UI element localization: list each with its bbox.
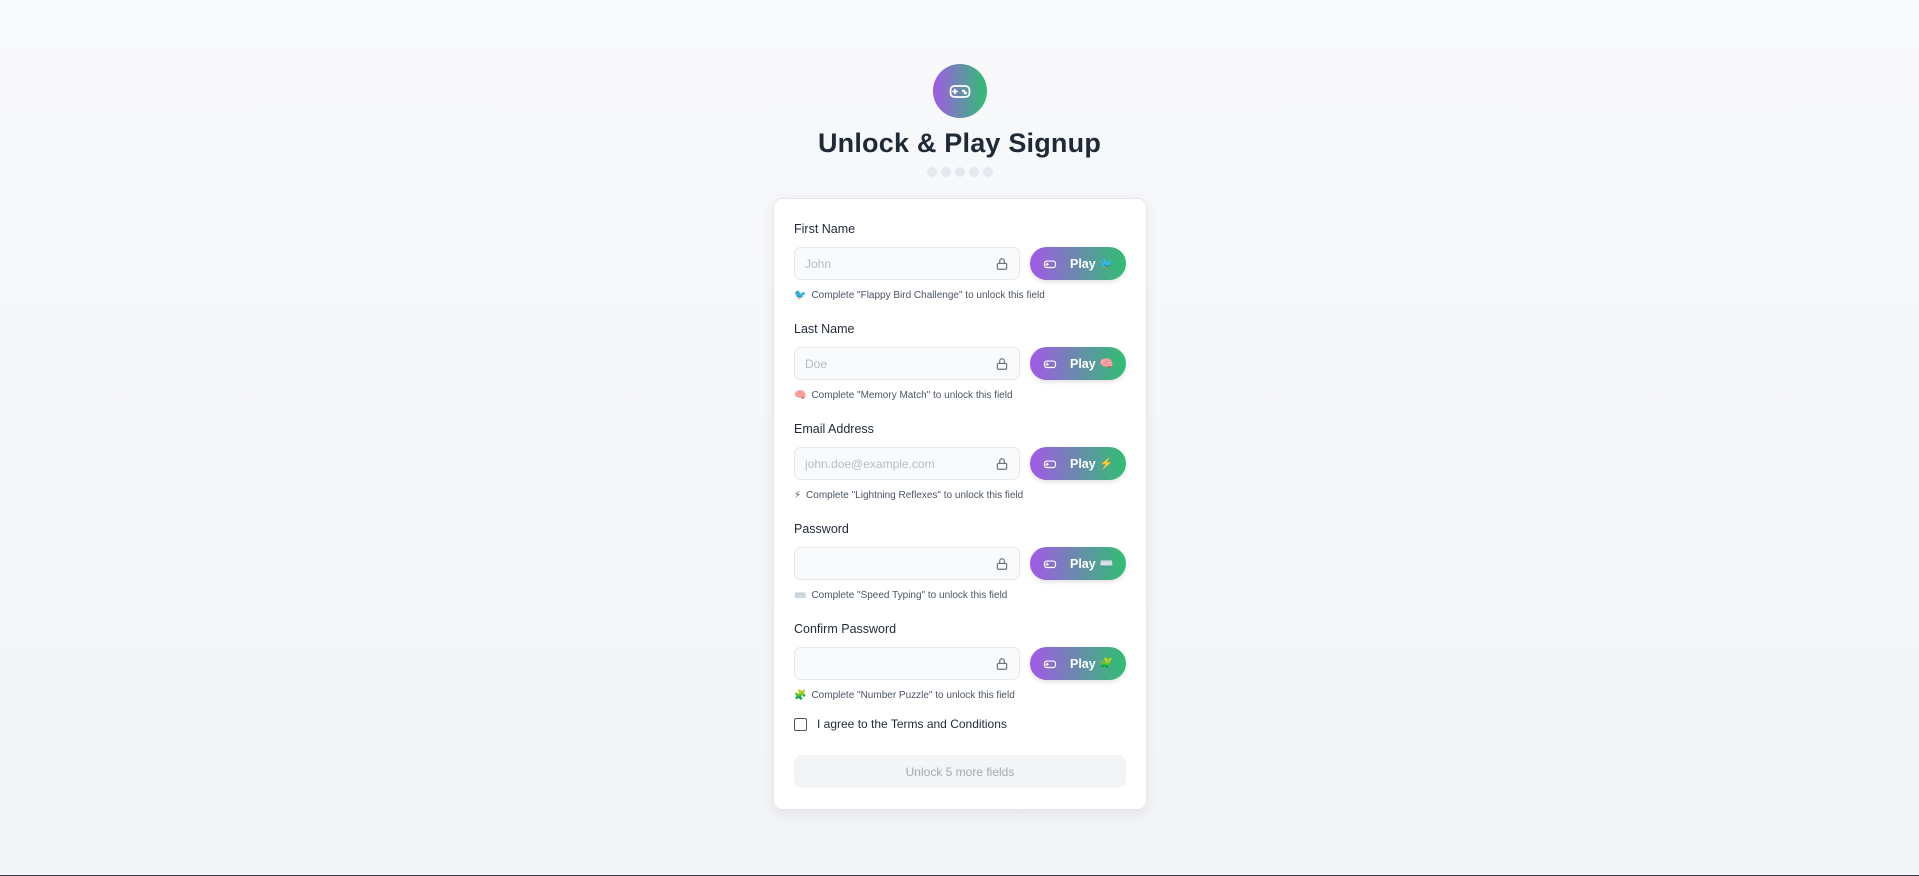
lock-icon (996, 558, 1008, 570)
lock-icon (996, 458, 1008, 470)
signup-card: First Name Play 🐦 🐦 Complete "Flappy Bir… (773, 198, 1147, 810)
submit-button[interactable]: Unlock 5 more fields (794, 755, 1126, 788)
last-name-input[interactable] (795, 348, 985, 379)
password-input[interactable] (795, 548, 985, 579)
terms-row: I agree to the Terms and Conditions (794, 715, 1126, 733)
progress-dot (926, 167, 937, 177)
confirm-password-input[interactable] (795, 648, 985, 679)
puzzle-icon: 🧩 (794, 689, 807, 701)
field-email: Email Address Play ⚡ ⚡ Complete "Lightni… (794, 421, 1126, 503)
terms-checkbox[interactable] (794, 717, 807, 731)
play-label: Play (1070, 256, 1096, 271)
play-button-first-name[interactable]: Play 🐦 (1030, 247, 1126, 280)
progress-dots (926, 167, 993, 177)
first-name-input[interactable] (795, 248, 985, 279)
bird-icon: 🐦 (1099, 258, 1114, 270)
email-input[interactable] (795, 448, 985, 479)
terms-label[interactable]: I agree to the Terms and Conditions (817, 717, 1007, 731)
first-name-input-wrapper (794, 247, 1020, 280)
hint-text: Complete "Memory Match" to unlock this f… (811, 389, 1013, 401)
play-label: Play (1070, 456, 1096, 471)
progress-dot (982, 167, 993, 177)
unlock-hint: ⚡ Complete "Lightning Reflexes" to unloc… (794, 488, 1126, 502)
lightning-icon: ⚡ (794, 489, 802, 501)
play-button-last-name[interactable]: Play 🧠 (1030, 347, 1126, 380)
field-password: Password Play ⌨️ ⌨️ Complete "Speed Typi… (794, 521, 1126, 603)
field-first-name: First Name Play 🐦 🐦 Complete "Flappy Bir… (794, 221, 1126, 303)
keyboard-icon: ⌨️ (794, 589, 807, 601)
play-button-email[interactable]: Play ⚡ (1030, 447, 1126, 480)
unlock-hint: 🧩 Complete "Number Puzzle" to unlock thi… (794, 688, 1126, 702)
field-label: Confirm Password (794, 622, 897, 636)
gamepad-icon (1043, 660, 1057, 668)
hint-text: Complete "Speed Typing" to unlock this f… (811, 589, 1008, 601)
puzzle-icon: 🧩 (1099, 658, 1114, 670)
last-name-input-wrapper (794, 347, 1020, 380)
field-last-name: Last Name Play 🧠 🧠 Complete "Memory Matc… (794, 321, 1126, 403)
lock-icon (996, 358, 1008, 370)
email-input-wrapper (794, 447, 1020, 480)
lock-icon (996, 258, 1008, 270)
page-title: Unlock & Play Signup (817, 128, 1102, 158)
bird-icon: 🐦 (794, 289, 807, 301)
confirm-password-input-wrapper (794, 647, 1020, 680)
unlock-hint: ⌨️ Complete "Speed Typing" to unlock thi… (794, 588, 1126, 602)
unlock-hint: 🐦 Complete "Flappy Bird Challenge" to un… (794, 288, 1126, 302)
gamepad-icon (1043, 360, 1057, 368)
gamepad-icon (1043, 260, 1057, 268)
play-button-password[interactable]: Play ⌨️ (1030, 547, 1126, 580)
lightning-icon: ⚡ (1099, 458, 1114, 470)
field-label: Email Address (794, 422, 874, 436)
progress-dot (954, 167, 965, 177)
play-label: Play (1070, 556, 1096, 571)
field-confirm-password: Confirm Password Play 🧩 🧩 Complete "Numb… (794, 621, 1126, 703)
lock-icon (996, 658, 1008, 670)
unlock-hint: 🧠 Complete "Memory Match" to unlock this… (794, 388, 1126, 402)
progress-dot (940, 167, 951, 177)
brain-icon: 🧠 (1099, 358, 1114, 370)
hint-text: Complete "Number Puzzle" to unlock this … (811, 689, 1015, 701)
hint-text: Complete "Lightning Reflexes" to unlock … (806, 489, 1024, 501)
field-label: Last Name (794, 322, 855, 336)
play-label: Play (1070, 356, 1096, 371)
header: Unlock & Play Signup (0, 64, 1919, 177)
play-label: Play (1070, 656, 1096, 671)
progress-dot (968, 167, 979, 177)
field-label: First Name (794, 222, 856, 236)
keyboard-icon: ⌨️ (1099, 558, 1114, 570)
play-button-confirm-password[interactable]: Play 🧩 (1030, 647, 1126, 680)
password-input-wrapper (794, 547, 1020, 580)
hint-text: Complete "Flappy Bird Challenge" to unlo… (811, 289, 1045, 301)
logo (932, 64, 987, 118)
brain-icon: 🧠 (794, 389, 807, 401)
field-label: Password (794, 522, 849, 536)
gamepad-icon (1043, 460, 1057, 468)
gamepad-icon (1043, 560, 1057, 568)
gamepad-icon (949, 85, 970, 98)
